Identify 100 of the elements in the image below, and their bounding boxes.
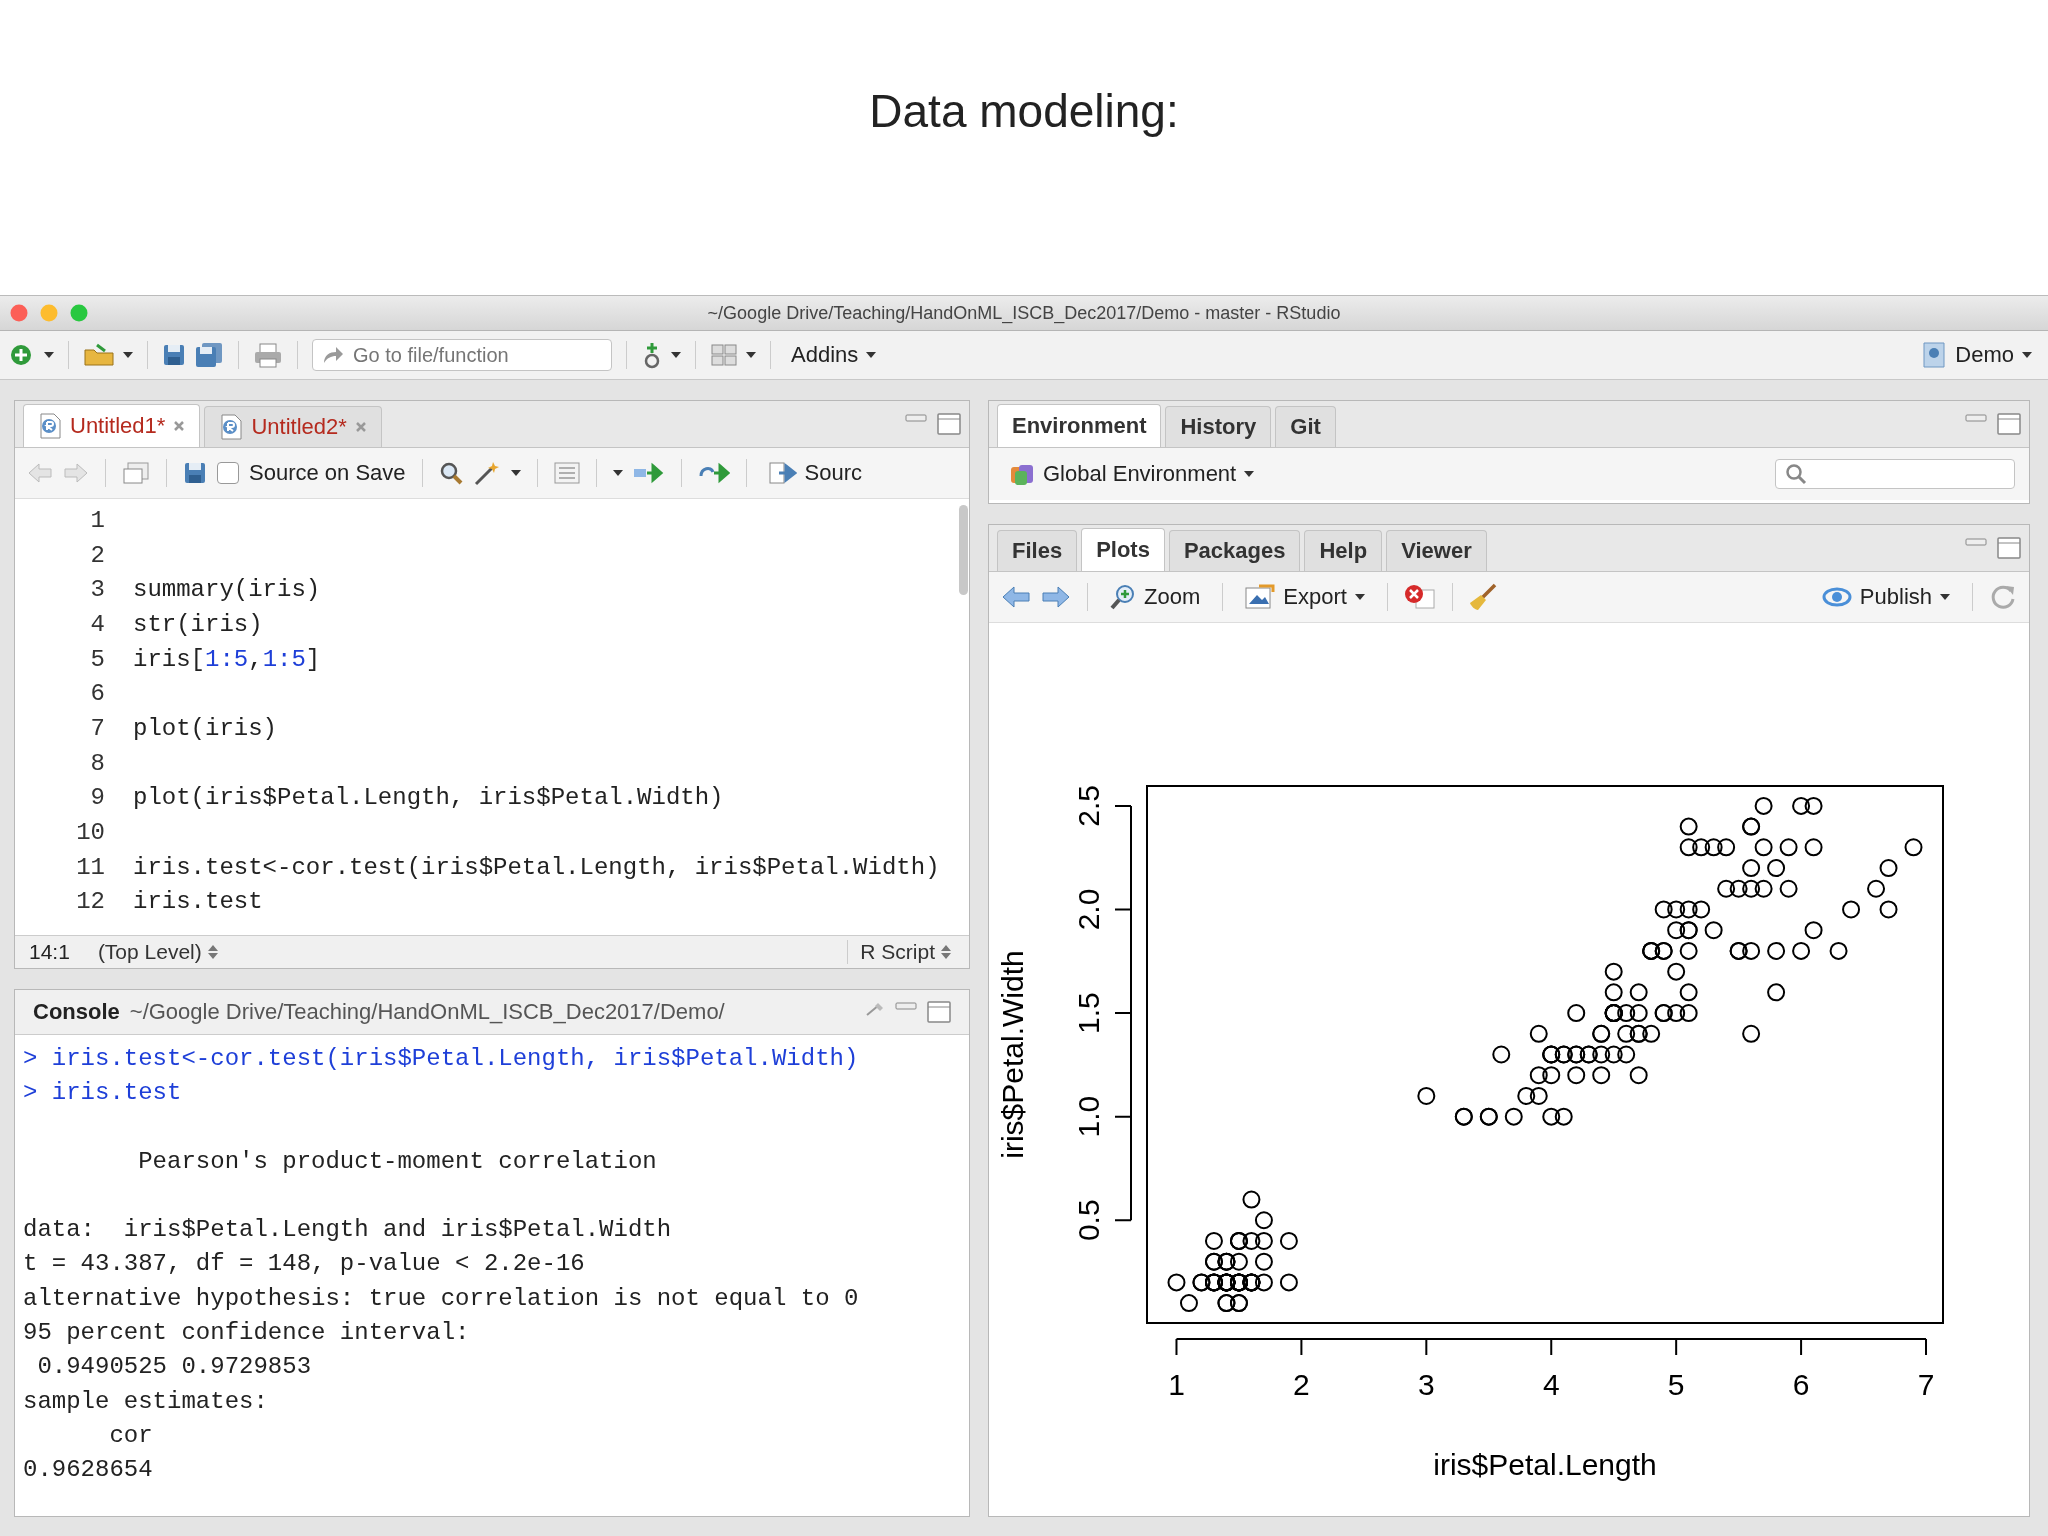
forward-arrow-icon[interactable] bbox=[63, 462, 89, 484]
data-point bbox=[1642, 1024, 1661, 1043]
minimize-icon[interactable] bbox=[905, 413, 927, 423]
code-line: iris[1:5,1:5] bbox=[133, 645, 321, 673]
data-point bbox=[1179, 1294, 1198, 1313]
data-point bbox=[1692, 900, 1711, 919]
data-point bbox=[1567, 1066, 1586, 1085]
file-type-dropdown[interactable]: R Script bbox=[847, 940, 955, 964]
go-to-file-field[interactable]: Go to file/function bbox=[312, 339, 612, 371]
pane-tab[interactable]: Git bbox=[1275, 406, 1336, 447]
forward-arrow-icon[interactable] bbox=[1041, 585, 1071, 609]
zoom-button[interactable]: Zoom bbox=[1104, 582, 1207, 612]
close-icon[interactable] bbox=[354, 421, 367, 433]
publish-button[interactable]: Publish bbox=[1815, 582, 1956, 612]
pane-tab[interactable]: Help bbox=[1304, 530, 1383, 571]
data-point bbox=[1604, 1045, 1623, 1064]
export-icon bbox=[1245, 584, 1276, 610]
save-icon[interactable] bbox=[183, 461, 207, 485]
printer-icon[interactable] bbox=[253, 342, 283, 368]
close-window-button[interactable] bbox=[10, 304, 28, 322]
code-line: summary(iris) bbox=[133, 576, 321, 604]
command-text: > iris.test<-cor.test(iris$Petal.Length, iris$Petal.Width) bbox=[23, 1044, 859, 1072]
pane-tab[interactable]: Files bbox=[997, 530, 1078, 571]
data-point bbox=[1754, 796, 1773, 815]
search-icon bbox=[1785, 463, 1807, 485]
data-point bbox=[1604, 983, 1623, 1002]
refresh-icon[interactable] bbox=[1989, 583, 2017, 611]
line-number: 1 bbox=[90, 506, 105, 534]
caret-icon[interactable] bbox=[44, 352, 54, 358]
addins-menu-button[interactable]: Addins bbox=[785, 340, 883, 370]
pane-tab[interactable]: Packages bbox=[1168, 530, 1301, 571]
editor-tab[interactable]: Untitled2* bbox=[204, 406, 382, 447]
data-point bbox=[1629, 983, 1648, 1002]
close-icon[interactable] bbox=[173, 420, 186, 432]
delete-icon[interactable] bbox=[1403, 584, 1436, 610]
data-point bbox=[1629, 1004, 1648, 1023]
data-point bbox=[1504, 1107, 1523, 1126]
data-point bbox=[1542, 1107, 1561, 1126]
caret-icon[interactable] bbox=[671, 352, 681, 358]
broom-icon[interactable] bbox=[1468, 583, 1497, 611]
maximize-icon[interactable] bbox=[1997, 413, 2021, 435]
data-point bbox=[1229, 1252, 1248, 1271]
console-output: data: iris$Petal.Length and iris$Petal.Width bbox=[23, 1216, 672, 1244]
grid-icon[interactable] bbox=[710, 343, 738, 367]
data-point bbox=[1792, 796, 1811, 815]
minimize-icon[interactable] bbox=[895, 1001, 917, 1011]
data-point bbox=[1704, 921, 1723, 940]
caret-icon[interactable] bbox=[1244, 471, 1255, 477]
project-menu-button[interactable]: Demo bbox=[1915, 339, 2038, 371]
checkbox[interactable] bbox=[217, 462, 239, 484]
console-output: sample estimates: bbox=[23, 1387, 268, 1415]
search-field[interactable] bbox=[1775, 459, 2015, 489]
console-output: 95 percent confidence interval: bbox=[23, 1319, 470, 1346]
data-point bbox=[1679, 838, 1698, 857]
editor-tab[interactable]: Untitled1* bbox=[23, 404, 201, 447]
zoom-window-button[interactable] bbox=[70, 304, 88, 322]
maximize-icon[interactable] bbox=[1997, 537, 2021, 559]
search-icon[interactable] bbox=[438, 461, 463, 485]
run-line-icon[interactable] bbox=[632, 462, 665, 484]
line-number: 6 bbox=[90, 680, 105, 708]
caret-icon[interactable] bbox=[612, 470, 623, 476]
data-point bbox=[1617, 1045, 1636, 1064]
maximize-icon[interactable] bbox=[927, 1001, 951, 1023]
back-arrow-icon[interactable] bbox=[1001, 585, 1031, 609]
pane-tab[interactable]: Plots bbox=[1081, 528, 1165, 571]
scrollbar-thumb[interactable] bbox=[958, 505, 968, 595]
caret-icon[interactable] bbox=[866, 352, 877, 358]
export-button[interactable]: Export bbox=[1239, 582, 1371, 612]
list-icon[interactable] bbox=[553, 462, 580, 484]
data-point bbox=[1254, 1231, 1273, 1250]
scope-dropdown[interactable]: (Top Level) bbox=[93, 940, 222, 964]
data-point bbox=[1667, 962, 1686, 981]
minimize-icon[interactable] bbox=[1965, 537, 1987, 547]
caret-icon[interactable] bbox=[746, 352, 756, 358]
save-icon[interactable] bbox=[162, 343, 186, 367]
data-point bbox=[1779, 879, 1798, 898]
data-point bbox=[1567, 1004, 1586, 1023]
pane-tab[interactable]: Viewer bbox=[1386, 530, 1487, 571]
new-window-icon[interactable] bbox=[122, 461, 150, 485]
data-point bbox=[1804, 796, 1823, 815]
caret-icon[interactable] bbox=[1354, 594, 1365, 600]
minimize-icon[interactable] bbox=[1965, 413, 1987, 423]
source-button[interactable]: Sourc bbox=[762, 458, 869, 488]
rerun-icon[interactable] bbox=[697, 462, 730, 484]
environment-dropdown[interactable]: Global Environment bbox=[1003, 459, 1261, 489]
maximize-icon[interactable] bbox=[937, 413, 961, 435]
data-point bbox=[1879, 859, 1898, 878]
caret-icon[interactable] bbox=[1940, 594, 1950, 600]
magic-wand-icon[interactable] bbox=[472, 460, 501, 486]
data-point bbox=[1742, 1024, 1761, 1043]
pane-tab[interactable]: History bbox=[1165, 406, 1272, 447]
folder-icon[interactable] bbox=[83, 343, 115, 367]
back-arrow-icon[interactable] bbox=[27, 462, 53, 484]
caret-icon[interactable] bbox=[2022, 352, 2032, 358]
caret-icon[interactable] bbox=[510, 470, 521, 476]
project-icon bbox=[1921, 341, 1948, 369]
save-all-icon[interactable] bbox=[194, 342, 224, 368]
caret-icon[interactable] bbox=[123, 352, 133, 358]
pane-tab[interactable]: Environment bbox=[997, 404, 1162, 447]
broom-icon[interactable] bbox=[865, 1001, 885, 1017]
